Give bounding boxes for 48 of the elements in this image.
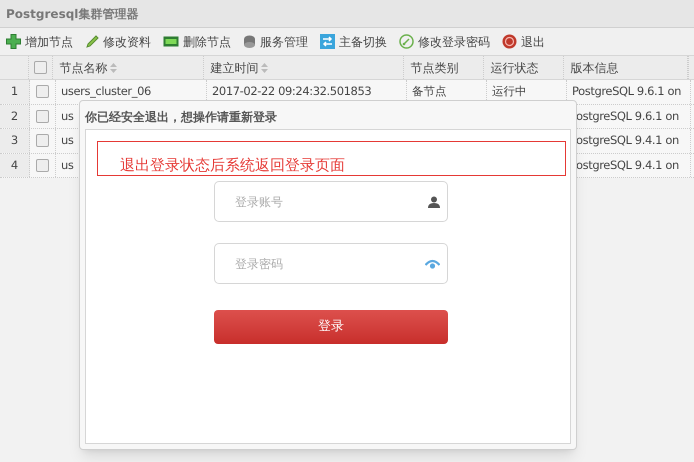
header-checkbox[interactable] bbox=[34, 61, 47, 74]
sort-icon[interactable] bbox=[110, 62, 118, 72]
toolbar-button[interactable]: 增加节点 bbox=[6, 32, 73, 50]
row-number: 2 bbox=[10, 108, 18, 125]
toolbar-button[interactable]: 删除节点 bbox=[163, 32, 231, 50]
row-number: 3 bbox=[10, 132, 18, 150]
notice-text: 退出登录状态后系统返回登录页面 bbox=[97, 141, 566, 176]
table-cell: ostgreSQL 9.4.1 on bbox=[576, 156, 679, 174]
account-field[interactable]: 登录账号 bbox=[214, 181, 448, 222]
table-cell: 运行中 bbox=[492, 83, 527, 100]
toolbar-button[interactable]: 修改资料 bbox=[85, 32, 151, 50]
toolbar-button[interactable]: 主备切换 bbox=[320, 32, 387, 50]
sort-icon[interactable] bbox=[261, 62, 268, 72]
table-cell: us bbox=[61, 156, 74, 174]
swap-icon bbox=[320, 34, 335, 49]
row-number: 4 bbox=[10, 156, 18, 174]
table-cell: 备节点 bbox=[412, 83, 447, 100]
table-cell: us bbox=[61, 108, 74, 125]
row-number: 1 bbox=[10, 83, 18, 100]
eye-icon[interactable] bbox=[425, 259, 440, 269]
toolbar-button[interactable]: 服务管理 bbox=[243, 32, 308, 50]
column-header[interactable]: 节点名称 bbox=[59, 58, 108, 76]
row-checkbox[interactable] bbox=[36, 134, 49, 148]
database-icon bbox=[243, 34, 256, 48]
window-title: Postgresql集群管理器 bbox=[6, 6, 138, 22]
minus-bar-icon bbox=[163, 36, 179, 47]
toolbar-button[interactable]: 修改登录密码 bbox=[399, 32, 490, 50]
row-checkbox[interactable] bbox=[36, 85, 49, 98]
table-cell: 2017-02-22 09:24:32.501853 bbox=[212, 83, 372, 100]
user-icon bbox=[428, 196, 440, 208]
password-field[interactable]: 登录密码 bbox=[214, 243, 448, 284]
plus-icon bbox=[6, 34, 21, 49]
column-header[interactable]: 运行状态 bbox=[490, 58, 538, 76]
table-cell: users_cluster_06 bbox=[61, 83, 151, 100]
row-checkbox[interactable] bbox=[36, 158, 49, 172]
login-button[interactable]: 登录 bbox=[214, 310, 448, 344]
column-header[interactable]: 建立时间 bbox=[210, 58, 258, 76]
dialog-title: 你已经安全退出，想操作请重新登录 bbox=[85, 109, 277, 126]
table-cell: ostgreSQL 9.6.1 on bbox=[576, 108, 679, 125]
column-header[interactable]: 节点类别 bbox=[410, 58, 458, 76]
table-cell: PostgreSQL 9.6.1 on bbox=[572, 83, 681, 100]
exit-icon bbox=[502, 34, 517, 49]
table-cell: us bbox=[61, 132, 74, 150]
toolbar-button[interactable]: 退出 bbox=[502, 32, 545, 50]
row-checkbox[interactable] bbox=[36, 110, 49, 123]
table-cell: ostgreSQL 9.4.1 on bbox=[576, 132, 679, 150]
pencil-icon bbox=[85, 34, 99, 48]
column-header[interactable]: 版本信息 bbox=[570, 58, 618, 76]
